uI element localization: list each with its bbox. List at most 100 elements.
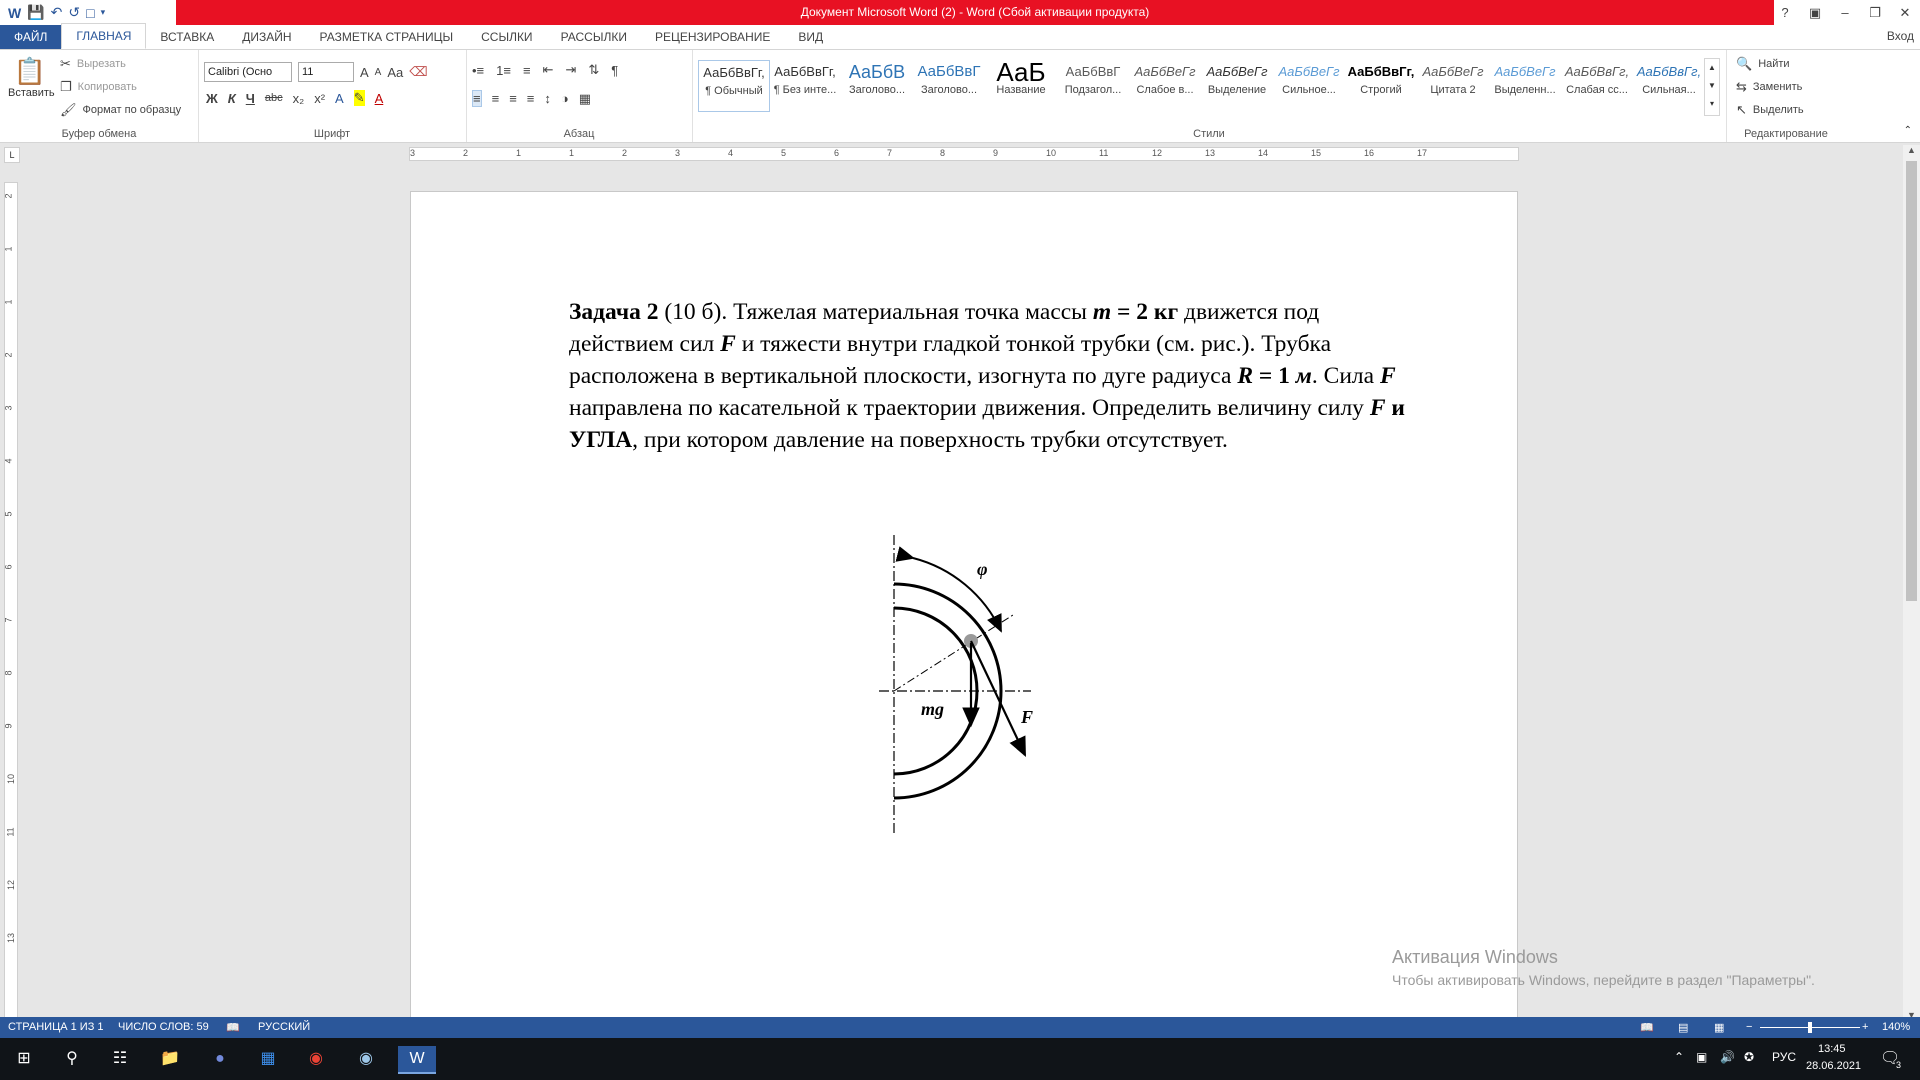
tab-review[interactable]: РЕЦЕНЗИРОВАНИЕ: [641, 25, 784, 49]
clock-date[interactable]: 28.06.2021: [1806, 1060, 1861, 1072]
underline-button[interactable]: Ч: [246, 91, 255, 106]
input-language[interactable]: РУС: [1772, 1050, 1796, 1064]
help-icon[interactable]: ?: [1770, 0, 1800, 25]
borders-icon[interactable]: ▦: [579, 91, 591, 107]
style-item[interactable]: АаБ Название: [986, 60, 1056, 110]
undo-icon[interactable]: ↶: [51, 4, 63, 21]
font-size-combo[interactable]: 11: [298, 62, 354, 82]
print-layout-icon[interactable]: ▤: [1678, 1021, 1688, 1034]
line-spacing-icon[interactable]: ↕: [544, 91, 551, 106]
tab-insert[interactable]: ВСТАВКА: [146, 25, 228, 49]
sort-icon[interactable]: ⇅: [588, 62, 599, 78]
new-document-icon[interactable]: □: [86, 5, 94, 21]
notifications-count[interactable]: 3: [1896, 1060, 1901, 1070]
document-page[interactable]: Задача 2 (10 б). Тяжелая материальная то…: [410, 191, 1518, 1023]
style-item[interactable]: АаБбВвГг, ¶ Обычный: [698, 60, 770, 112]
clock-time[interactable]: 13:45: [1818, 1043, 1846, 1055]
style-item[interactable]: АаБбВвГг, Строгий: [1346, 60, 1416, 110]
word-taskbar-icon[interactable]: W: [398, 1046, 436, 1074]
scroll-thumb[interactable]: [1906, 161, 1917, 601]
tab-file[interactable]: ФАЙЛ: [0, 25, 62, 49]
italic-button[interactable]: К: [228, 91, 236, 106]
security-icon[interactable]: ▣: [1696, 1050, 1707, 1064]
minimize-icon[interactable]: –: [1830, 0, 1860, 25]
grow-font-button[interactable]: A: [360, 65, 369, 80]
vertical-ruler[interactable]: 2 1 1 2 3 4 5 6 7 8 9 10 11 12 13: [4, 182, 18, 1024]
sign-in-link[interactable]: Вход: [1887, 29, 1914, 43]
paste-button[interactable]: 📋 Вставить: [8, 56, 55, 99]
increase-indent-icon[interactable]: ⇥: [565, 62, 576, 78]
clear-formatting-icon[interactable]: ⌫: [409, 64, 427, 80]
change-case-button[interactable]: Aa: [387, 65, 403, 80]
page-count[interactable]: СТРАНИЦА 1 ИЗ 1: [8, 1021, 104, 1033]
tab-design[interactable]: ДИЗАЙН: [228, 25, 305, 49]
justify-icon[interactable]: ≡: [527, 91, 535, 106]
style-item[interactable]: АаБбВвГг, Сильная...: [1634, 60, 1704, 110]
volume-icon[interactable]: 🔊: [1720, 1050, 1735, 1064]
shrink-font-button[interactable]: A: [375, 67, 382, 78]
replace-button[interactable]: Заменить: [1753, 81, 1802, 93]
calculator-icon[interactable]: ▦: [254, 1046, 282, 1072]
discord-icon[interactable]: ●: [206, 1046, 234, 1072]
task-view-icon[interactable]: ☷: [106, 1046, 134, 1072]
text-effects-icon[interactable]: A: [335, 91, 344, 106]
tab-home[interactable]: ГЛАВНАЯ: [61, 23, 147, 49]
font-name-combo[interactable]: Calibri (Осно: [204, 62, 292, 82]
format-painter-button[interactable]: Формат по образцу: [83, 104, 182, 116]
word-count[interactable]: ЧИСЛО СЛОВ: 59: [118, 1021, 209, 1033]
tab-view[interactable]: ВИД: [784, 25, 837, 49]
subscript-button[interactable]: x₂: [293, 91, 305, 106]
styles-scroll[interactable]: ▲ ▼ ▾: [1704, 58, 1720, 116]
zoom-in-icon[interactable]: +: [1862, 1021, 1868, 1033]
zoom-level[interactable]: 140%: [1882, 1021, 1910, 1033]
tab-layout[interactable]: РАЗМЕТКА СТРАНИЦЫ: [306, 25, 468, 49]
bullets-icon[interactable]: •≡: [472, 63, 484, 78]
save-icon[interactable]: 💾: [27, 4, 44, 21]
redo-icon[interactable]: ↺: [68, 4, 80, 21]
shading-icon[interactable]: ◑: [561, 91, 569, 106]
copy-button[interactable]: Копировать: [78, 81, 137, 93]
file-explorer-icon[interactable]: 📁: [156, 1046, 184, 1072]
style-item[interactable]: АаБбВвГг, Слабая сс...: [1562, 60, 1632, 110]
numbering-icon[interactable]: 1≡: [496, 63, 511, 78]
strikethrough-button[interactable]: abc: [265, 92, 283, 104]
tab-mailings[interactable]: РАССЫЛКИ: [547, 25, 641, 49]
superscript-button[interactable]: x²: [314, 91, 325, 106]
ribbon-display-icon[interactable]: ▣: [1800, 0, 1830, 25]
customize-toolbar-icon[interactable]: ▾: [101, 7, 106, 18]
horizontal-ruler[interactable]: 3 2 1 1 2 3 4 5 6 7 8 9 10 11 12 13 14 15 16 17: [409, 147, 1519, 161]
style-item[interactable]: АаБбВвГг, ¶ Без инте...: [770, 60, 840, 110]
collapse-ribbon-icon[interactable]: ⌃: [1904, 125, 1912, 136]
decrease-indent-icon[interactable]: ⇤: [543, 62, 554, 78]
select-button[interactable]: Выделить: [1753, 104, 1804, 116]
cut-button[interactable]: Вырезать: [77, 58, 126, 70]
steam-icon[interactable]: ◉: [352, 1046, 380, 1072]
tab-selector-button[interactable]: L: [4, 147, 20, 163]
style-item[interactable]: АаБбВвГ Заголово...: [914, 60, 984, 110]
zoom-out-icon[interactable]: −: [1746, 1021, 1752, 1033]
restore-icon[interactable]: ❐: [1860, 0, 1890, 25]
style-item[interactable]: АаБбВеГг Цитата 2: [1418, 60, 1488, 110]
chrome-icon[interactable]: ◉: [302, 1046, 330, 1072]
font-color-icon[interactable]: A: [375, 91, 384, 106]
bold-button[interactable]: Ж: [206, 91, 218, 106]
style-item[interactable]: АаБбВеГг Слабое в...: [1130, 60, 1200, 110]
style-item[interactable]: АаБбВвГ Подзагол...: [1058, 60, 1128, 110]
style-item[interactable]: АаБбВеГг Выделенн...: [1490, 60, 1560, 110]
tab-references[interactable]: ССЫЛКИ: [467, 25, 546, 49]
start-icon[interactable]: ⊞: [10, 1046, 38, 1072]
align-center-icon[interactable]: ≡: [492, 91, 500, 106]
task-text[interactable]: Задача 2 (10 б). Тяжелая материальная то…: [569, 296, 1409, 456]
close-icon[interactable]: ✕: [1890, 0, 1920, 25]
style-item[interactable]: АаБбВ Заголово...: [842, 60, 912, 110]
align-left-icon[interactable]: ≡: [472, 90, 482, 107]
tube-diagram[interactable]: φ mg F: [861, 535, 1061, 835]
highlight-icon[interactable]: ✎: [353, 90, 365, 106]
search-icon[interactable]: ⚲: [58, 1046, 86, 1072]
zoom-slider-thumb[interactable]: [1808, 1022, 1812, 1033]
multilevel-list-icon[interactable]: ≡: [523, 63, 531, 78]
style-item[interactable]: АаБбВеГг Сильное...: [1274, 60, 1344, 110]
network-icon[interactable]: ✪: [1744, 1050, 1754, 1064]
scroll-up-icon[interactable]: ▲: [1903, 145, 1920, 155]
vertical-scrollbar[interactable]: ▲ ▼: [1903, 145, 1920, 1020]
